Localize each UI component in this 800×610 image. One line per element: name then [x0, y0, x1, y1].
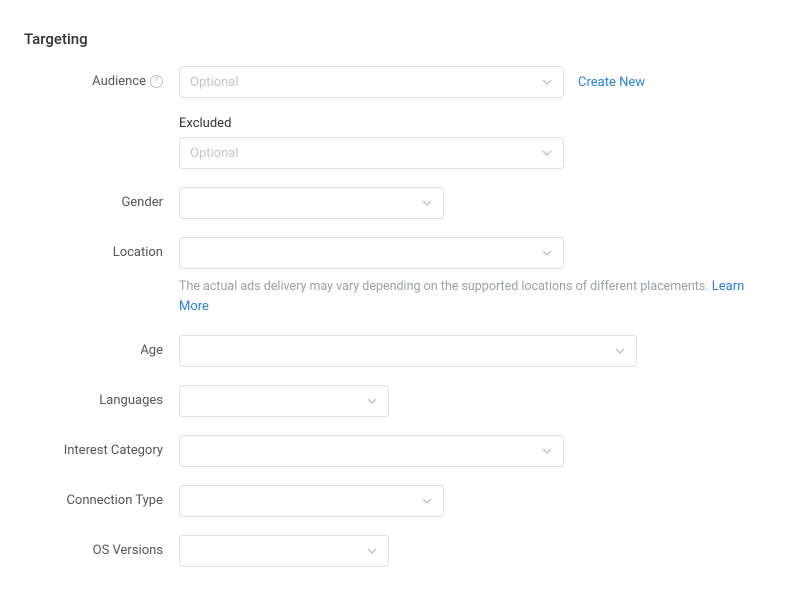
os-versions-select[interactable]: [179, 535, 389, 567]
label-audience-text: Audience: [92, 74, 146, 89]
chevron-down-icon: [541, 445, 553, 457]
section-title: Targeting: [24, 30, 776, 48]
label-os-versions: OS Versions: [24, 535, 179, 558]
row-audience: Audience ? Optional Create New Excluded …: [24, 66, 776, 169]
chevron-down-icon: [541, 76, 553, 88]
age-select[interactable]: [179, 335, 637, 367]
chevron-down-icon: [541, 147, 553, 159]
location-select[interactable]: [179, 237, 564, 269]
label-languages-text: Languages: [99, 393, 163, 408]
label-age: Age: [24, 335, 179, 358]
row-connection-type: Connection Type: [24, 485, 776, 517]
label-location: Location: [24, 237, 179, 260]
label-connection-type-text: Connection Type: [66, 493, 163, 508]
audience-inline: Optional Create New: [179, 66, 776, 98]
label-audience: Audience ?: [24, 66, 179, 89]
row-interest-category: Interest Category: [24, 435, 776, 467]
help-icon[interactable]: ?: [150, 75, 163, 88]
excluded-label: Excluded: [179, 116, 776, 131]
row-location: Location The actual ads delivery may var…: [24, 237, 776, 317]
row-os-versions: OS Versions: [24, 535, 776, 567]
chevron-down-icon: [614, 345, 626, 357]
row-languages: Languages: [24, 385, 776, 417]
chevron-down-icon: [366, 395, 378, 407]
label-age-text: Age: [140, 343, 163, 358]
label-gender-text: Gender: [121, 195, 163, 210]
create-new-link[interactable]: Create New: [578, 75, 645, 90]
label-gender: Gender: [24, 187, 179, 210]
excluded-placeholder: Optional: [190, 146, 238, 161]
excluded-block: Excluded Optional: [179, 116, 776, 169]
chevron-down-icon: [421, 495, 433, 507]
gender-select[interactable]: [179, 187, 444, 219]
label-connection-type: Connection Type: [24, 485, 179, 508]
row-gender: Gender: [24, 187, 776, 219]
audience-select[interactable]: Optional: [179, 66, 564, 98]
audience-field-col: Optional Create New Excluded Optional: [179, 66, 776, 169]
audience-placeholder: Optional: [190, 75, 238, 90]
location-helper-text: The actual ads delivery may vary dependi…: [179, 279, 709, 294]
connection-type-select[interactable]: [179, 485, 444, 517]
languages-select[interactable]: [179, 385, 389, 417]
interest-category-select[interactable]: [179, 435, 564, 467]
chevron-down-icon: [366, 545, 378, 557]
label-os-versions-text: OS Versions: [93, 543, 163, 558]
label-location-text: Location: [113, 245, 163, 260]
row-age: Age: [24, 335, 776, 367]
label-interest-category-text: Interest Category: [64, 443, 163, 458]
chevron-down-icon: [421, 197, 433, 209]
chevron-down-icon: [541, 247, 553, 259]
location-helper: The actual ads delivery may vary dependi…: [179, 277, 776, 317]
label-languages: Languages: [24, 385, 179, 408]
label-interest-category: Interest Category: [24, 435, 179, 458]
excluded-select[interactable]: Optional: [179, 137, 564, 169]
